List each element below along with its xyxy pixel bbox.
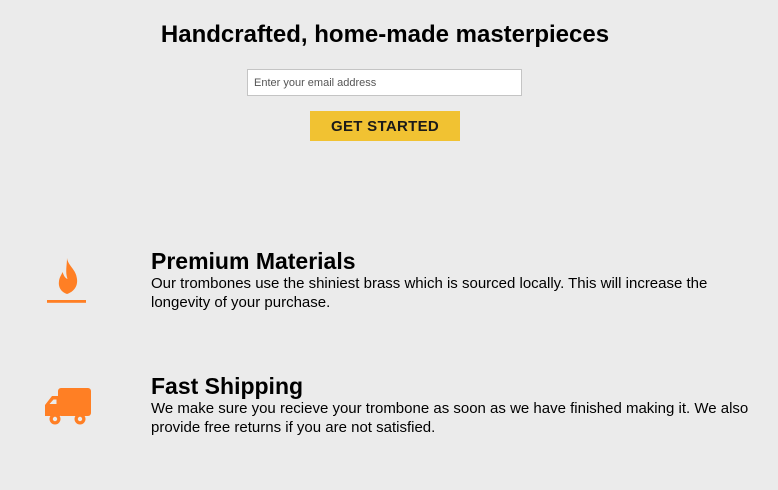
email-field[interactable] xyxy=(247,69,522,96)
hero-title: Handcrafted, home-made masterpieces xyxy=(160,21,610,48)
feature-description: We make sure you recieve your trombone a… xyxy=(151,400,749,436)
feature-title: Fast Shipping xyxy=(151,373,304,399)
feature-title: Premium Materials xyxy=(151,248,356,274)
feature-text: Fast Shipping We make sure you recieve y… xyxy=(151,373,768,437)
truck-icon xyxy=(41,381,95,435)
fire-icon xyxy=(40,254,94,308)
feature-description: Our trombones use the shiniest brass whi… xyxy=(151,275,708,311)
get-started-button[interactable]: GET STARTED xyxy=(310,111,460,141)
feature-text: Premium Materials Our trombones use the … xyxy=(151,248,768,312)
